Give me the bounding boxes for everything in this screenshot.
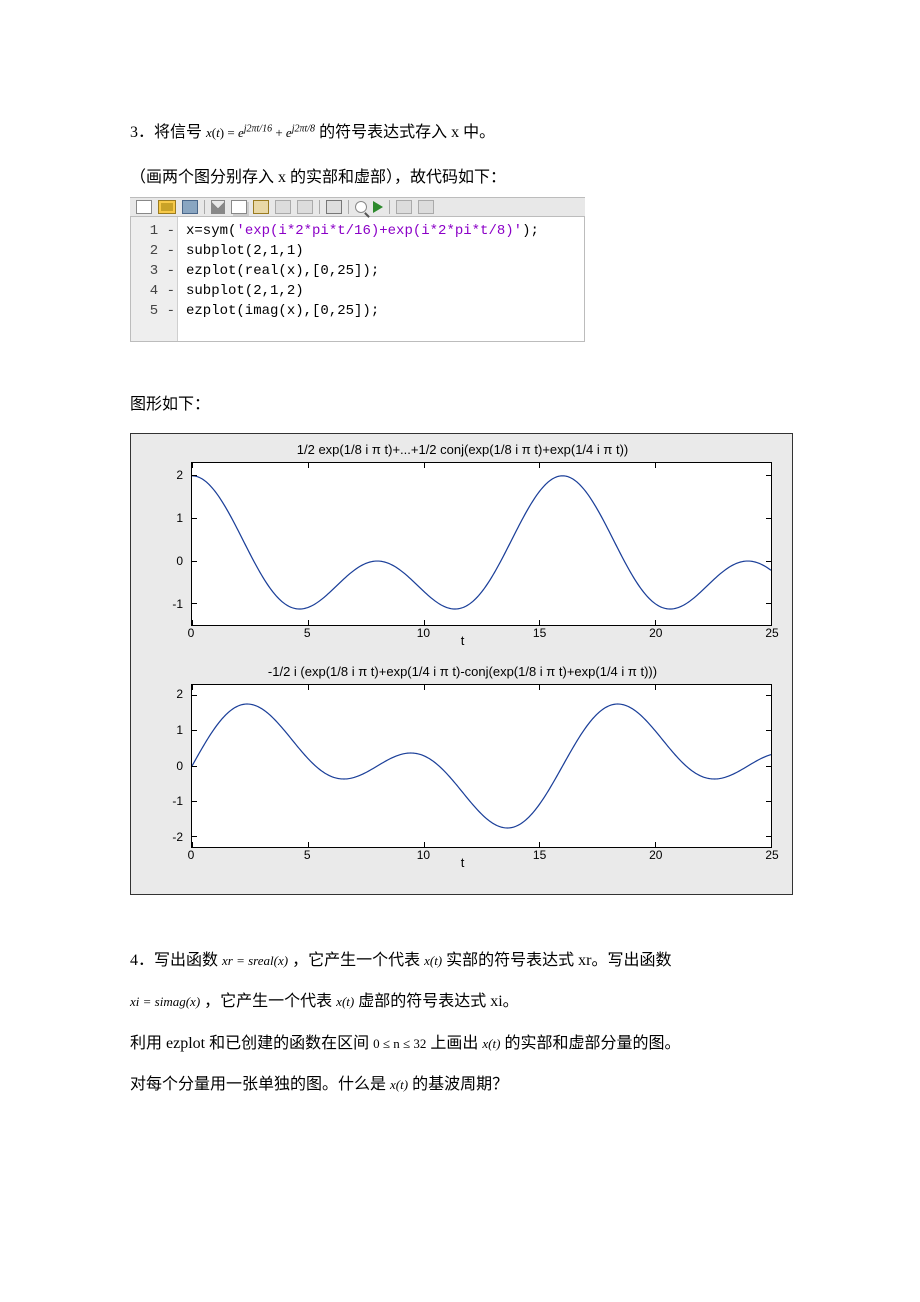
math: x(t) — [482, 1036, 500, 1051]
toolbar-separator — [389, 200, 390, 214]
toolbar-separator — [348, 200, 349, 214]
q4-block: 4．写出函数 xr = sreal(x) ，它产生一个代表 x(t) 实部的符号… — [130, 940, 790, 1106]
text: 上画出 — [426, 1035, 482, 1052]
q4-line3: 利用 ezplot 和已创建的函数在区间 0 ≤ n ≤ 32 上画出 x(t)… — [130, 1023, 790, 1065]
q4-line4: 对每个分量用一张单独的图。什么是 x(t) 的基波周期？ — [130, 1064, 790, 1106]
text: 对每个分量用一张单独的图。什么是 — [130, 1076, 390, 1093]
copy-icon[interactable] — [231, 200, 247, 214]
math: xr = sreal(x) — [222, 953, 288, 968]
matlab-figure: 1/2 exp(1/8 i π t)+...+1/2 conj(exp(1/8 … — [130, 433, 793, 895]
run-icon[interactable] — [373, 201, 383, 213]
cut-icon[interactable] — [211, 200, 225, 214]
math: x(t) — [424, 953, 442, 968]
text: ，它产生一个代表 — [200, 993, 336, 1010]
editor-toolbar — [130, 197, 585, 217]
undo-icon[interactable] — [275, 200, 291, 214]
plot-title-imag: -1/2 i (exp(1/8 i π t)+exp(1/4 i π t)-co… — [143, 664, 782, 679]
text: ，它产生一个代表 — [288, 952, 424, 969]
math: xi = simag(x) — [130, 994, 200, 1009]
q3-line1: 3．将信号 x(t) = ej2πt/16 + ej2πt/8 的符号表达式存入… — [130, 115, 790, 150]
figure-caption: 图形如下： — [130, 387, 790, 422]
matlab-editor: 1 - 2 - 3 - 4 - 5 - x=sym('exp(i*2*pi*t/… — [130, 197, 585, 342]
q4-line2: xi = simag(x) ，它产生一个代表 x(t) 虚部的符号表达式 xi。 — [130, 981, 790, 1023]
math: 0 ≤ n ≤ 32 — [373, 1036, 426, 1051]
q3-suffix: 的符号表达式存入 x 中。 — [319, 124, 495, 141]
toolbar-separator — [204, 200, 205, 214]
yticks-imag: -2-1012 — [143, 684, 187, 848]
axes-imag — [191, 684, 772, 848]
document-page: 3．将信号 x(t) = ej2πt/16 + ej2πt/8 的符号表达式存入… — [0, 0, 920, 1166]
stack-icon[interactable] — [418, 200, 434, 214]
text: 虚部的符号表达式 xi。 — [354, 993, 518, 1010]
q3-note: （画两个图分别存入 x 的实部和虚部），故代码如下： — [130, 160, 790, 195]
axes-real — [191, 462, 772, 626]
text: 利用 ezplot 和已创建的函数在区间 — [130, 1035, 373, 1052]
subplot-imag: -1/2 i (exp(1/8 i π t)+exp(1/4 i π t)-co… — [143, 664, 782, 876]
xlabel-imag: t — [143, 855, 782, 870]
editor-body: 1 - 2 - 3 - 4 - 5 - x=sym('exp(i*2*pi*t/… — [130, 217, 585, 342]
text: 的实部和虚部分量的图。 — [500, 1035, 680, 1052]
code-area[interactable]: x=sym('exp(i*2*pi*t/16)+exp(i*2*pi*t/8)'… — [178, 217, 547, 341]
text: 4．写出函数 — [130, 952, 222, 969]
save-file-icon[interactable] — [182, 200, 198, 214]
paste-icon[interactable] — [253, 200, 269, 214]
subplot-real: 1/2 exp(1/8 i π t)+...+1/2 conj(exp(1/8 … — [143, 442, 782, 654]
text: 的基波周期？ — [408, 1076, 508, 1093]
plot-title-real: 1/2 exp(1/8 i π t)+...+1/2 conj(exp(1/8 … — [143, 442, 782, 457]
breakpoint-icon[interactable] — [396, 200, 412, 214]
q3-expr: x(t) = ej2πt/16 + ej2πt/8 — [206, 125, 315, 140]
redo-icon[interactable] — [297, 200, 313, 214]
open-file-icon[interactable] — [158, 200, 176, 214]
print-icon[interactable] — [326, 200, 342, 214]
xlabel-real: t — [143, 633, 782, 648]
toolbar-separator — [319, 200, 320, 214]
q3-prefix: 3．将信号 — [130, 124, 206, 141]
line-gutter: 1 - 2 - 3 - 4 - 5 - — [131, 217, 178, 341]
find-icon[interactable] — [355, 201, 367, 213]
text: 实部的符号表达式 xr。写出函数 — [442, 952, 671, 969]
new-file-icon[interactable] — [136, 200, 152, 214]
math: x(t) — [336, 994, 354, 1009]
math: x(t) — [390, 1077, 408, 1092]
q4-line1: 4．写出函数 xr = sreal(x) ，它产生一个代表 x(t) 实部的符号… — [130, 940, 790, 982]
yticks-real: -1012 — [143, 462, 187, 626]
